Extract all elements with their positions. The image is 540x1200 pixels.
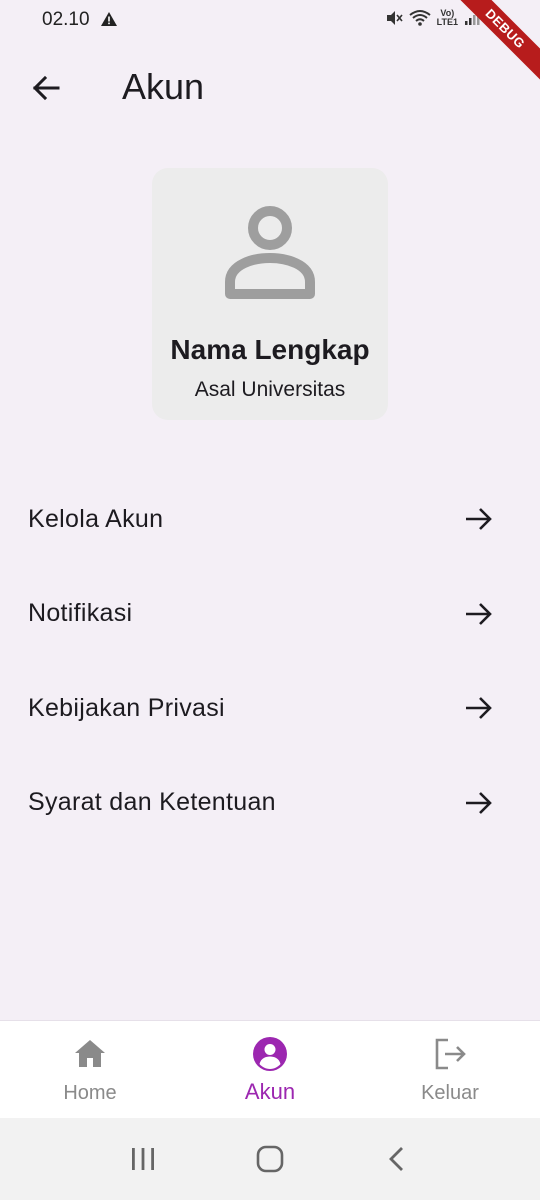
recent-apps-button[interactable] <box>123 1139 163 1179</box>
arrow-right-icon <box>466 508 492 531</box>
home-icon <box>75 1040 105 1067</box>
arrow-right-icon <box>466 602 492 625</box>
menu-item-label: Syarat dan Ketentuan <box>28 788 276 817</box>
nav-label: Home <box>63 1082 117 1104</box>
screen: 02.10 Vo) LTE1 DEBUG Akun Nama Lengkap A… <box>0 0 540 1200</box>
system-navigation-bar <box>0 1118 540 1200</box>
profile-name: Nama Lengkap <box>170 334 370 365</box>
logout-icon <box>435 1038 466 1070</box>
mute-icon <box>386 11 403 25</box>
nav-label: Akun <box>244 1079 296 1104</box>
nav-label: Keluar <box>421 1082 479 1104</box>
nav-item-keluar[interactable]: Keluar <box>360 1021 540 1118</box>
home-system-button[interactable] <box>250 1139 290 1179</box>
menu-item-notifikasi[interactable]: Notifikasi <box>0 567 540 662</box>
bottom-navigation: Home Akun Keluar <box>0 1020 540 1118</box>
volte-indicator: Vo) LTE1 <box>437 9 458 27</box>
wifi-icon <box>409 10 431 26</box>
account-circle-icon <box>253 1037 287 1071</box>
arrow-right-icon <box>466 791 492 814</box>
back-system-button[interactable] <box>377 1139 417 1179</box>
menu-item-syarat-ketentuan[interactable]: Syarat dan Ketentuan <box>0 756 540 851</box>
menu-item-label: Kebijakan Privasi <box>28 693 225 722</box>
status-time: 02.10 <box>42 9 90 30</box>
app-bar: Akun <box>0 56 540 118</box>
page-title: Akun <box>122 66 205 107</box>
arrow-left-icon <box>32 75 60 101</box>
warning-icon <box>101 12 117 26</box>
chevron-left-icon <box>388 1147 403 1171</box>
status-bar: 02.10 Vo) LTE1 <box>0 0 540 40</box>
menu-item-label: Kelola Akun <box>28 504 164 533</box>
menu-item-kelola-akun[interactable]: Kelola Akun <box>0 472 540 567</box>
arrow-right-icon <box>466 697 492 720</box>
profile-university: Asal Universitas <box>194 378 346 401</box>
account-menu: Kelola Akun Notifikasi Kebijakan Privasi… <box>0 472 540 850</box>
nav-item-akun[interactable]: Akun <box>180 1021 360 1118</box>
menu-item-label: Notifikasi <box>28 599 133 628</box>
recent-apps-icon <box>132 1148 155 1170</box>
home-circle-icon <box>256 1145 284 1173</box>
profile-card: Nama Lengkap Asal Universitas <box>152 168 388 420</box>
volte-bottom-text: LTE1 <box>436 17 458 27</box>
nav-item-home[interactable]: Home <box>0 1021 180 1118</box>
person-outline-icon <box>225 206 315 299</box>
menu-item-kebijakan-privasi[interactable]: Kebijakan Privasi <box>0 661 540 756</box>
back-button[interactable] <box>22 64 70 112</box>
